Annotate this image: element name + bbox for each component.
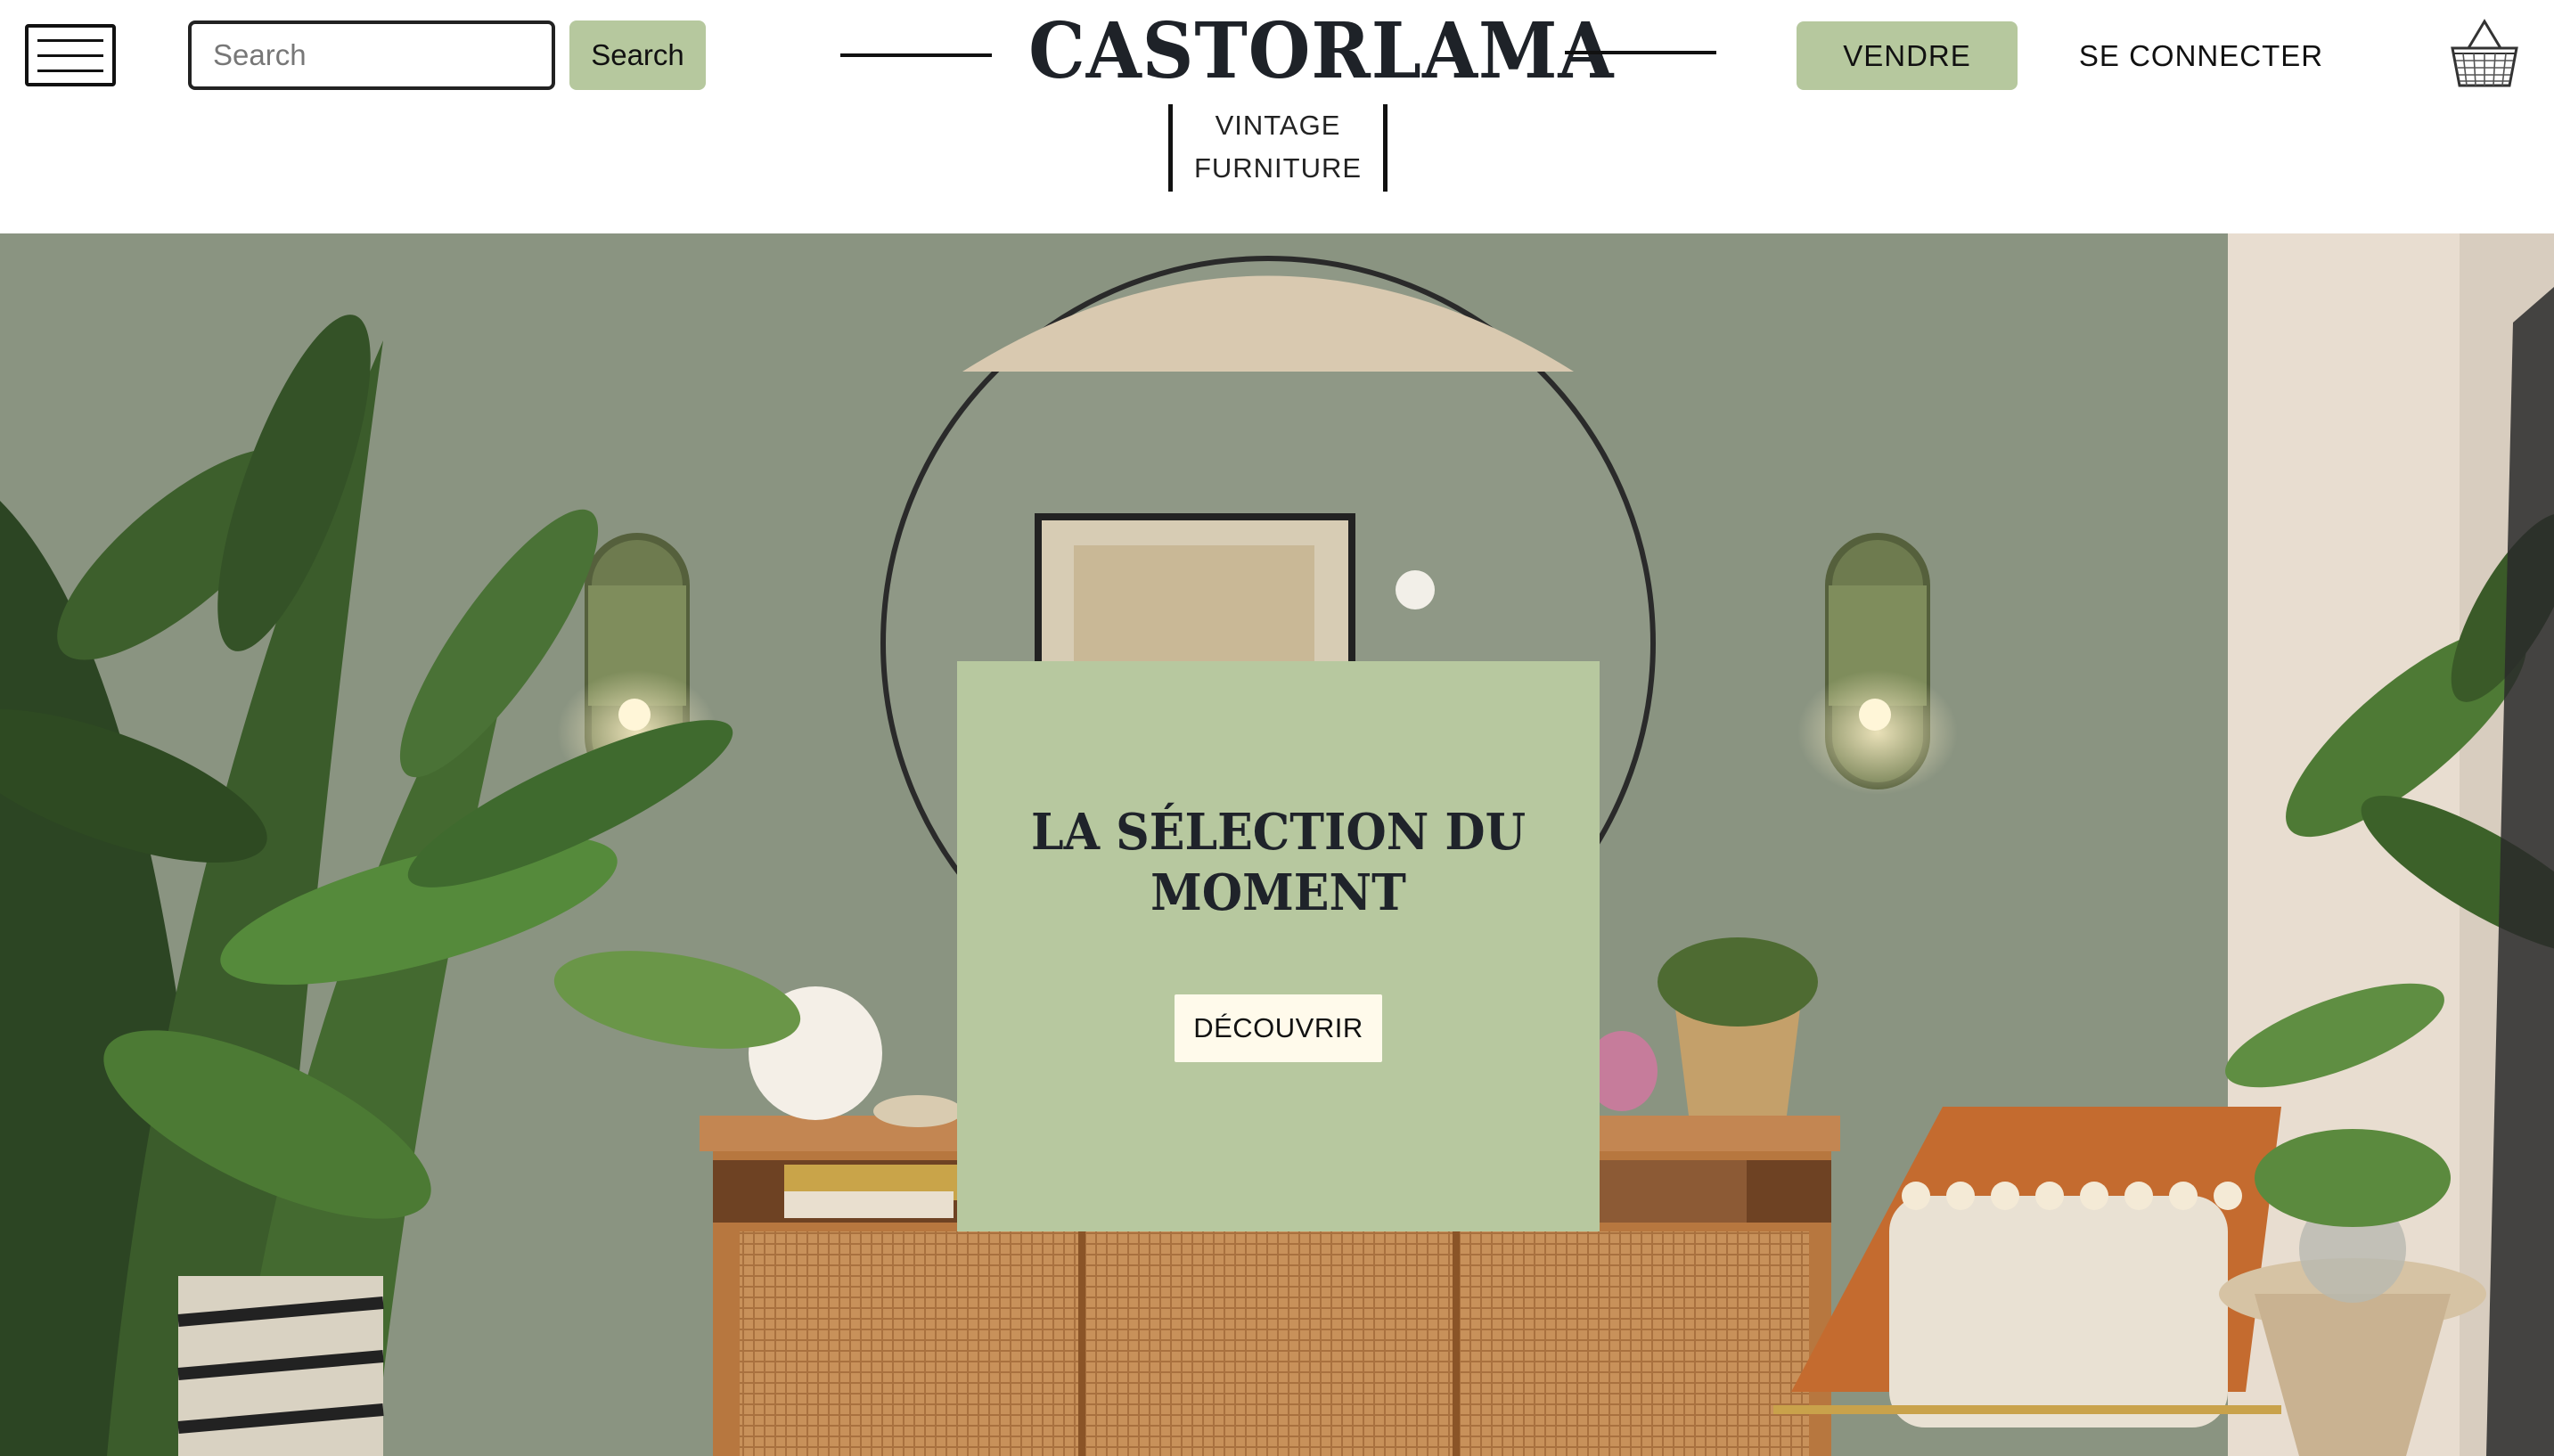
sell-button[interactable]: VENDRE (1797, 21, 2018, 90)
promo-card: LA SÉLECTION DU MOMENT DÉCOUVRIR (957, 661, 1600, 1231)
login-link[interactable]: SE CONNECTER (2067, 21, 2335, 90)
brand-subtitle-line2: FURNITURE (1193, 152, 1363, 184)
cart-button[interactable] (2449, 18, 2520, 91)
hamburger-menu-icon-line (37, 70, 103, 72)
hamburger-menu-icon-line (37, 54, 103, 57)
brand-logo-title[interactable]: CASTORLAMA (1028, 7, 1613, 96)
brand-divider-left (840, 53, 992, 57)
discover-button[interactable]: DÉCOUVRIR (1175, 994, 1382, 1062)
brand-subtitle: VINTAGE FURNITURE (1168, 104, 1388, 192)
basket-icon (2451, 19, 2518, 87)
promo-title: LA SÉLECTION DU MOMENT (1030, 803, 1527, 922)
hamburger-menu-button[interactable] (25, 24, 116, 86)
hamburger-menu-icon (37, 39, 103, 42)
brand-divider-right (1565, 51, 1716, 54)
search-button[interactable]: Search (569, 20, 706, 90)
brand-subtitle-line1: VINTAGE (1215, 110, 1341, 141)
search-input[interactable] (188, 20, 555, 90)
hero-banner: LA SÉLECTION DU MOMENT DÉCOUVRIR (0, 233, 2554, 1456)
site-header: Search CASTORLAMA VINTAGE FURNITURE VEND… (0, 0, 2554, 233)
